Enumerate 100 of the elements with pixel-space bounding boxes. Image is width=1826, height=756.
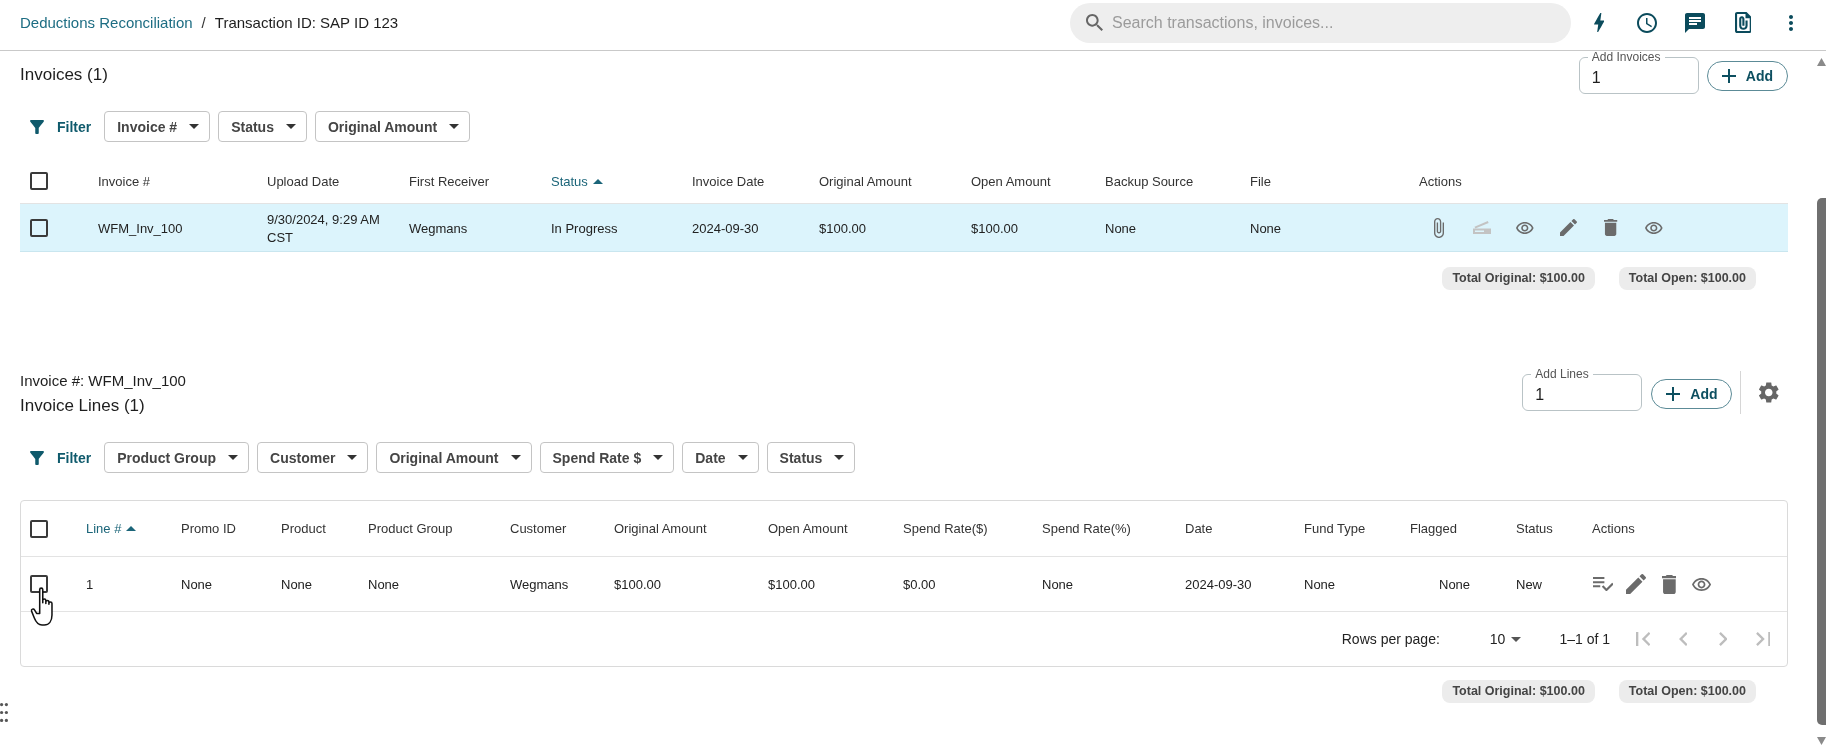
column-header: Invoice # (98, 173, 151, 189)
table-cell: 2024-09-30 (1185, 577, 1252, 592)
table-cell: None (181, 577, 213, 592)
table-cell: $100.00 (971, 220, 1018, 236)
paperclip-icon[interactable] (1434, 217, 1444, 238)
rows-per-page-label: Rows per page: (1341, 631, 1440, 647)
filter-button[interactable]: Filter (30, 449, 92, 466)
invoice-number-label: Invoice #: WFM_Inv_100 (20, 371, 186, 391)
add-button[interactable]: Add (1651, 379, 1733, 409)
sort-up-icon[interactable] (126, 526, 137, 531)
pencil-icon[interactable] (1626, 574, 1646, 594)
drag-handle-icon[interactable] (0, 703, 8, 722)
table-row[interactable]: WFM_Inv_100 9/30/2024, 9:29 AM CST Wegmans In Progress 2024-09-30 $100.00 $100.00 None None (20, 204, 1788, 252)
total-amount: Total Open: $100.00 (1618, 267, 1756, 290)
table-cell: None (1042, 577, 1074, 592)
scroll-down-icon[interactable] (1817, 737, 1826, 745)
caret-down-icon (449, 124, 460, 129)
checkbox[interactable] (30, 218, 48, 237)
table-cell: None (1105, 220, 1137, 236)
column-header: Open Amount (768, 521, 848, 536)
table-cell: WFM_Inv_100 (98, 220, 183, 236)
column-header: Product (281, 521, 326, 536)
filter-dropdown[interactable]: Status (218, 111, 307, 142)
caret-down-icon (653, 455, 664, 460)
caret-down-icon (834, 455, 845, 460)
column-header: First Receiver (409, 173, 490, 189)
column-header: Open Amount (971, 173, 1051, 189)
filter-dropdown[interactable]: Original Amount (376, 442, 532, 473)
eye-icon[interactable] (1516, 221, 1534, 234)
scroll-up-icon[interactable] (1817, 58, 1826, 66)
table-cell: Wegmans (510, 577, 569, 592)
caret-down-icon (189, 124, 200, 129)
table-cell: 1 (86, 577, 94, 592)
total-amount: Total Original: $100.00 (1442, 267, 1595, 290)
caret-down-icon (1511, 636, 1522, 642)
settings-icon[interactable] (1759, 382, 1779, 403)
count-input[interactable]: 1 (1535, 380, 1630, 410)
section-title: Invoice Lines (1) (20, 395, 145, 417)
table-cell: None (1304, 577, 1336, 592)
filter-dropdown[interactable]: Spend Rate $ (539, 442, 675, 473)
search-field[interactable]: Search transactions, invoices... (1070, 2, 1571, 43)
filter-dropdown[interactable]: Invoice # (104, 111, 211, 142)
hand-cursor-icon (30, 587, 54, 626)
breadcrumb-link[interactable]: Deductions Reconciliation (20, 14, 193, 31)
table-cell: Wegmans (409, 220, 468, 236)
column-header: Original Amount (819, 173, 912, 189)
funnel-icon (30, 450, 44, 465)
filter-dropdown[interactable]: Status (766, 442, 856, 473)
column-header: Product Group (368, 521, 453, 536)
eye-icon[interactable] (1692, 577, 1712, 591)
funnel-icon (30, 119, 44, 134)
column-header: Flagged (1410, 521, 1457, 536)
sort-up-icon[interactable] (592, 178, 603, 184)
filter-button[interactable]: Filter (30, 118, 92, 135)
pencil-icon[interactable] (1559, 219, 1577, 236)
filter-dropdown[interactable]: Date (682, 442, 759, 473)
scrollbar-thumb[interactable] (1817, 198, 1826, 725)
breadcrumb-current: Transaction ID: SAP ID 123 (214, 14, 399, 31)
column-header: Invoice Date (692, 173, 765, 189)
filter-dropdown[interactable]: Product Group (104, 442, 249, 473)
column-header: Original Amount (614, 521, 707, 536)
lightning-bolt-icon[interactable] (1593, 13, 1605, 32)
caret-down-icon (510, 455, 521, 460)
column-header: Status (1516, 521, 1553, 536)
checkbox[interactable] (30, 519, 48, 538)
column-header: Backup Source (1105, 173, 1194, 189)
filter-dropdown[interactable]: Original Amount (314, 111, 471, 142)
column-header: Spend Rate($) (903, 521, 988, 536)
add-button[interactable]: Add (1706, 61, 1788, 91)
caret-down-icon (347, 455, 358, 460)
table-cell: None (1439, 577, 1471, 592)
count-field[interactable]: Add Lines 1 (1522, 368, 1643, 411)
search-icon (1086, 14, 1103, 31)
list-check-icon[interactable] (1592, 576, 1614, 592)
total-amount: Total Original: $100.00 (1442, 680, 1595, 703)
chat-bubble-icon[interactable] (1685, 12, 1705, 33)
file-paperclip-icon[interactable] (1734, 12, 1752, 33)
plus-icon (1721, 69, 1736, 83)
table-cell: None (281, 577, 313, 592)
checkbox[interactable] (30, 172, 48, 190)
table-cell: 2024-09-30 (692, 220, 759, 236)
count-field[interactable]: Add Invoices 1 (1578, 51, 1699, 94)
more-vertical-icon[interactable] (1789, 14, 1793, 31)
rows-per-page-select[interactable]: 10 (1489, 631, 1522, 647)
table-cell: In Progress (551, 220, 618, 236)
table-cell: None (1250, 220, 1282, 236)
column-header: Actions (1592, 521, 1635, 536)
caret-down-icon (737, 455, 748, 460)
table-cell: New (1516, 577, 1542, 592)
column-header: Upload Date (267, 173, 340, 189)
filter-dropdown[interactable]: Customer (257, 442, 369, 473)
count-input[interactable]: 1 (1591, 63, 1686, 93)
column-header: Customer (510, 521, 567, 536)
trash-icon[interactable] (1661, 574, 1677, 594)
clock-icon[interactable] (1637, 12, 1657, 33)
column-header: Fund Type (1304, 521, 1366, 536)
eye-icon[interactable] (1645, 221, 1663, 234)
caret-down-icon (285, 124, 296, 129)
section-title: Invoices (1) (20, 63, 108, 86)
trash-icon[interactable] (1604, 219, 1618, 236)
